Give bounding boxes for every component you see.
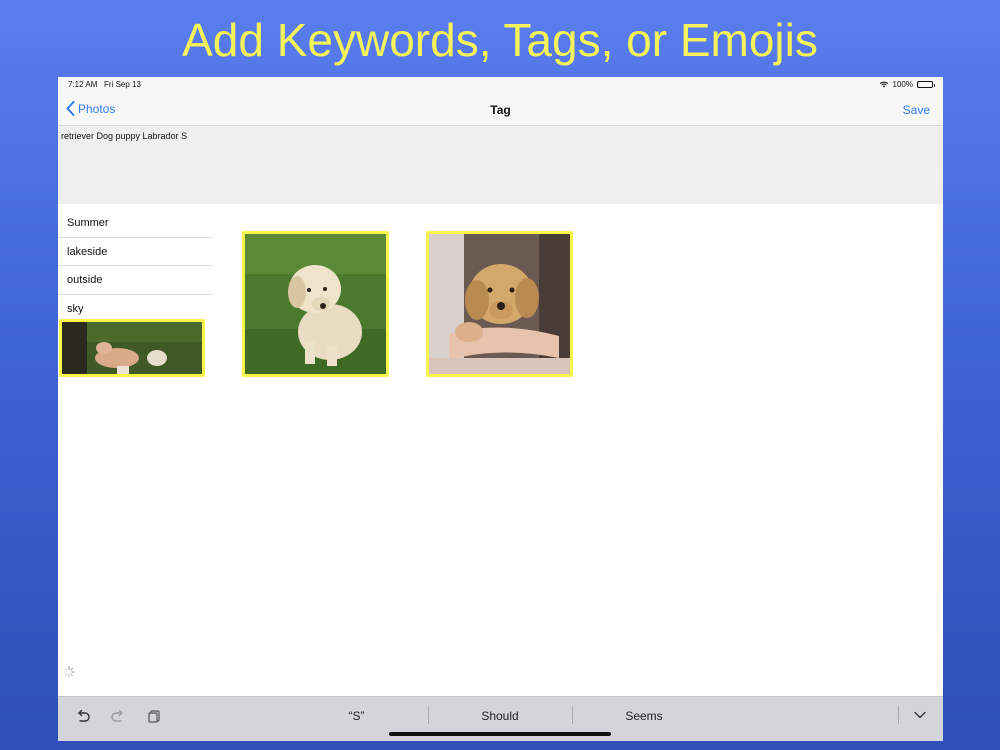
prediction-item-1[interactable]: “S” — [285, 709, 428, 723]
back-button[interactable]: Photos — [66, 101, 115, 116]
photo-thumbnail-puppy-held[interactable] — [426, 231, 573, 377]
save-button[interactable]: Save — [903, 103, 930, 117]
redo-icon[interactable] — [110, 708, 126, 724]
loading-spinner-icon — [63, 666, 75, 678]
battery-icon — [917, 81, 935, 88]
tag-text-field[interactable]: retriever Dog puppy Labrador S — [58, 126, 943, 204]
puppy-photo-hand — [62, 322, 202, 374]
suggestion-item-lakeside[interactable]: lakeside — [58, 237, 213, 266]
ipad-screen: 7:12 AM Fri Sep 13 100% Photos Tag Save … — [58, 77, 943, 741]
suggestion-item-summer[interactable]: Summer — [58, 209, 213, 238]
navigation-bar: Photos Tag Save — [58, 93, 943, 126]
slide-title: Add Keywords, Tags, or Emojis — [182, 14, 818, 66]
puppy-photo-held — [429, 234, 570, 374]
status-time-text: 7:12 AM — [68, 80, 98, 89]
status-bar: 7:12 AM Fri Sep 13 100% — [58, 77, 943, 93]
prediction-item-3[interactable]: Seems — [572, 709, 716, 723]
home-indicator[interactable] — [389, 732, 611, 736]
wifi-icon — [879, 81, 888, 88]
chevron-down-icon[interactable] — [913, 708, 927, 722]
puppy-photo-grass — [245, 234, 386, 374]
status-indicators: 100% — [879, 80, 935, 89]
page-title: Tag — [490, 103, 511, 117]
suggestion-item-outside[interactable]: outside — [58, 266, 213, 295]
back-button-label: Photos — [78, 101, 116, 116]
tag-suggestion-list: Summer lakeside outside sky — [58, 209, 213, 323]
status-date-text: Fri Sep 13 — [104, 80, 141, 89]
dismiss-divider — [898, 706, 899, 724]
photo-thumbnail-puppy-grass[interactable] — [242, 231, 389, 377]
chevron-left-icon — [66, 101, 75, 116]
undo-icon[interactable] — [75, 708, 91, 724]
battery-percent: 100% — [892, 80, 913, 89]
prediction-item-2[interactable]: Should — [428, 709, 572, 723]
status-time: 7:12 AM Fri Sep 13 — [68, 80, 141, 89]
tag-text-value: retriever Dog puppy Labrador S — [61, 131, 188, 141]
photo-thumbnail-hand[interactable] — [59, 319, 205, 377]
paste-icon[interactable] — [146, 708, 162, 724]
